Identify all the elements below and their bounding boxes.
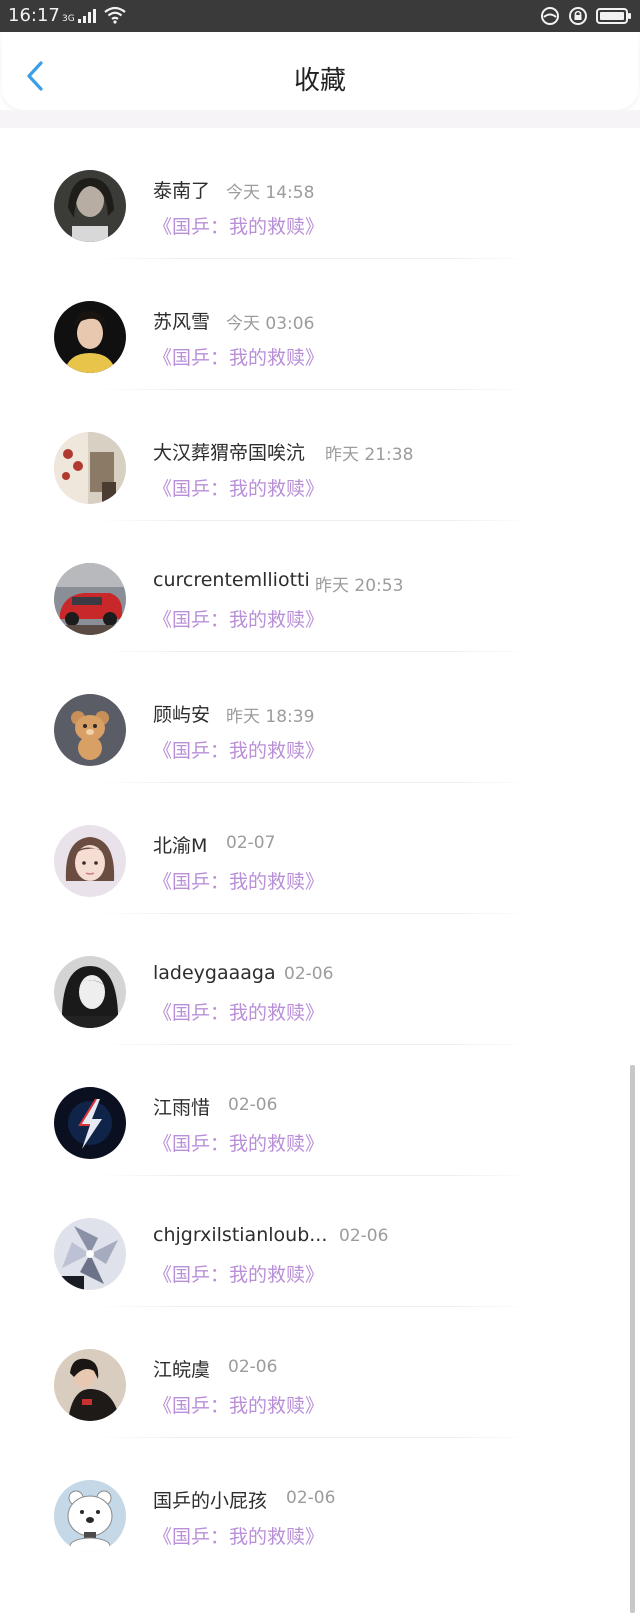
status-time: 16:17 xyxy=(8,5,60,26)
avatar[interactable] xyxy=(54,825,126,897)
list-item[interactable]: 苏风雪 今天 03:06 《国乒：我的救赎》 xyxy=(0,259,640,390)
user-name: ladeygaaaga xyxy=(153,962,276,984)
favorite-title[interactable]: 《国乒：我的救赎》 xyxy=(153,1260,324,1287)
timestamp: 昨天 20:53 xyxy=(315,576,404,596)
timestamp: 02-06 xyxy=(284,964,334,984)
list-item[interactable]: 北渝M 02-07 《国乒：我的救赎》 xyxy=(0,783,640,914)
avatar[interactable] xyxy=(54,1349,126,1421)
user-name: 江皖虞 xyxy=(153,1359,211,1381)
battery-icon xyxy=(596,8,631,24)
favorites-list: 泰南了 今天 14:58 《国乒：我的救赎》 苏风雪 今天 03:06 《国乒：… xyxy=(0,128,640,1569)
list-item[interactable]: 江雨惜 02-06 《国乒：我的救赎》 xyxy=(0,1045,640,1176)
header: 收藏 xyxy=(2,32,638,110)
network-type-label: 3G xyxy=(62,14,75,24)
timestamp: 昨天 21:38 xyxy=(325,445,414,465)
data-saver-icon xyxy=(541,7,559,25)
list-item[interactable]: 国乒的小屁孩 02-06 《国乒：我的救赎》 xyxy=(0,1438,640,1569)
timestamp: 02-06 xyxy=(339,1226,389,1246)
list-item[interactable]: chjgrxilstianloub... 02-06 《国乒：我的救赎》 xyxy=(0,1176,640,1307)
status-bar: 16:17 3G xyxy=(0,0,640,32)
list-item[interactable]: ladeygaaaga 02-06 《国乒：我的救赎》 xyxy=(0,914,640,1045)
status-right-icons xyxy=(540,6,632,26)
user-name: 泰南了 xyxy=(153,180,211,202)
avatar[interactable] xyxy=(54,170,126,242)
favorite-title[interactable]: 《国乒：我的救赎》 xyxy=(153,605,324,632)
favorite-title[interactable]: 《国乒：我的救赎》 xyxy=(153,343,324,370)
avatar[interactable] xyxy=(54,563,126,635)
user-name: 大汉葬猬帝国唉沆 xyxy=(153,442,306,464)
list-item[interactable]: curcrentemlliotti 昨天 20:53 《国乒：我的救赎》 xyxy=(0,521,640,652)
timestamp: 02-06 xyxy=(228,1357,278,1377)
favorite-title[interactable]: 《国乒：我的救赎》 xyxy=(153,1391,324,1418)
user-name: 国乒的小屁孩 xyxy=(153,1490,268,1512)
status-left-icons: 3G xyxy=(62,6,127,24)
timestamp: 02-07 xyxy=(226,833,276,853)
user-name: chjgrxilstianloub... xyxy=(153,1224,328,1246)
avatar[interactable] xyxy=(54,1087,126,1159)
wifi-icon xyxy=(104,6,126,24)
avatar[interactable] xyxy=(54,1218,126,1290)
user-name: 江雨惜 xyxy=(153,1097,211,1119)
user-name: 北渝M xyxy=(153,835,208,857)
favorite-title[interactable]: 《国乒：我的救赎》 xyxy=(153,474,324,501)
list-item[interactable]: 江皖虞 02-06 《国乒：我的救赎》 xyxy=(0,1307,640,1438)
avatar[interactable] xyxy=(54,694,126,766)
timestamp: 今天 03:06 xyxy=(226,314,315,334)
avatar[interactable] xyxy=(54,956,126,1028)
user-name: 顾屿安 xyxy=(153,704,211,726)
avatar[interactable] xyxy=(54,432,126,504)
page-title: 收藏 xyxy=(293,66,346,96)
avatar[interactable] xyxy=(54,301,126,373)
favorite-title[interactable]: 《国乒：我的救赎》 xyxy=(153,867,324,894)
user-name: 苏风雪 xyxy=(153,311,211,333)
list-item[interactable]: 泰南了 今天 14:58 《国乒：我的救赎》 xyxy=(0,128,640,259)
signal-icon xyxy=(77,9,96,23)
favorite-title[interactable]: 《国乒：我的救赎》 xyxy=(153,1522,324,1549)
timestamp: 昨天 18:39 xyxy=(226,707,315,727)
favorite-title[interactable]: 《国乒：我的救赎》 xyxy=(153,736,324,763)
favorite-title[interactable]: 《国乒：我的救赎》 xyxy=(153,212,324,239)
list-item[interactable]: 大汉葬猬帝国唉沆 昨天 21:38 《国乒：我的救赎》 xyxy=(0,390,640,521)
header-separator xyxy=(0,110,640,128)
timestamp: 02-06 xyxy=(228,1095,278,1115)
timestamp: 今天 14:58 xyxy=(226,183,315,203)
timestamp: 02-06 xyxy=(286,1488,336,1508)
user-name: curcrentemlliotti xyxy=(153,569,310,591)
list-item[interactable]: 顾屿安 昨天 18:39 《国乒：我的救赎》 xyxy=(0,652,640,783)
favorite-title[interactable]: 《国乒：我的救赎》 xyxy=(153,998,324,1025)
favorite-title[interactable]: 《国乒：我的救赎》 xyxy=(153,1129,324,1156)
lock-icon xyxy=(569,7,587,25)
scrollbar[interactable] xyxy=(630,1065,635,1613)
avatar[interactable] xyxy=(54,1480,126,1552)
